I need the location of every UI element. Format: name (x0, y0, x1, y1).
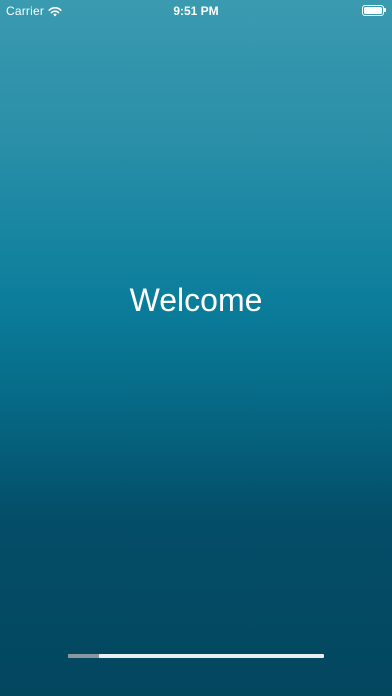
battery-fill (364, 7, 382, 14)
battery-icon (362, 5, 386, 16)
loading-progress-fill (68, 654, 99, 658)
battery-tip (384, 8, 386, 12)
welcome-title: Welcome (129, 282, 263, 318)
loading-progress-bar (68, 654, 324, 658)
status-time: 9:51 PM (173, 4, 219, 18)
status-bar: Carrier 9:51 PM (0, 0, 392, 22)
launch-screen: Carrier 9:51 PM Welcome (0, 0, 392, 696)
